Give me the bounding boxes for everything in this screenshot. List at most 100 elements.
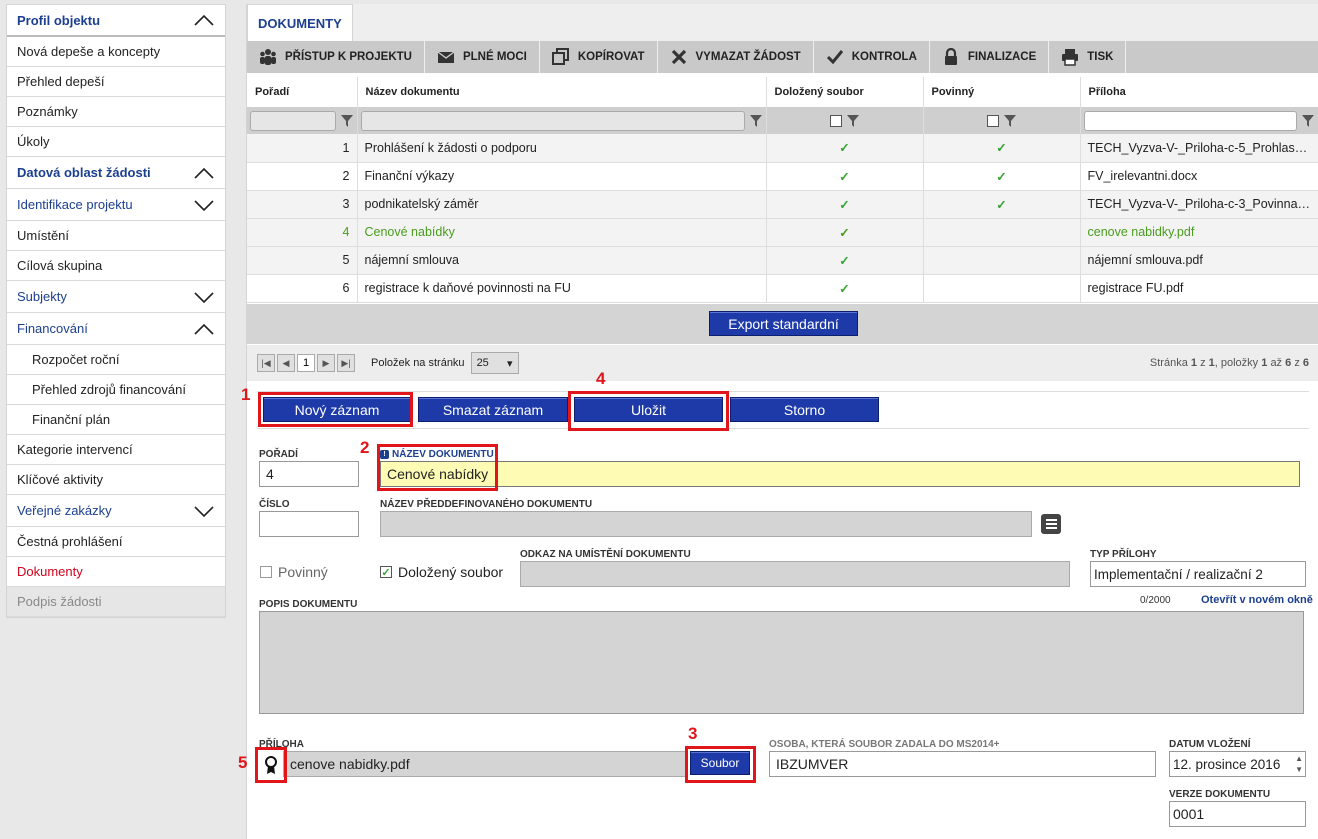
filter-priloha-input[interactable] <box>1083 110 1297 131</box>
sidebar-item[interactable]: Kategorie intervencí <box>7 435 225 465</box>
typ-input[interactable]: Implementační / realizační 2 <box>1090 561 1306 587</box>
col-header-nazev[interactable]: Název dokumentu <box>357 77 767 107</box>
sidebar-item[interactable]: Veřejné zakázky <box>7 495 225 527</box>
nazev-input[interactable]: Cenové nabídky <box>380 461 1300 487</box>
current-page[interactable]: 1 <box>297 354 315 372</box>
sidebar-item[interactable]: Přehled depeší <box>7 67 225 97</box>
toolbar-button[interactable]: VYMAZAT ŽÁDOST <box>658 41 814 73</box>
col-header-dolozeny[interactable]: Doložený soubor <box>766 77 924 107</box>
tab-dokumenty[interactable]: DOKUMENTY <box>247 4 353 42</box>
col-header-poradi[interactable]: Pořadí <box>247 77 358 107</box>
sidebar-item[interactable]: Finanční plán <box>7 405 225 435</box>
sidebar-item[interactable]: Identifikace projektu <box>7 189 225 221</box>
annotation-box-2 <box>377 444 498 491</box>
next-page-icon[interactable]: ▶ <box>317 354 335 372</box>
chevron-up-icon[interactable] <box>193 166 215 180</box>
filter-icon[interactable] <box>846 114 860 128</box>
toolbar-button[interactable]: FINALIZACE <box>930 41 1050 73</box>
delete-record-button[interactable]: Smazat záznam <box>418 397 568 422</box>
filter-poradi-input[interactable] <box>250 110 336 131</box>
table-row[interactable]: 4 Cenové nabídky ✓ cenove nabidky.pdf <box>247 218 1318 247</box>
list-icon[interactable] <box>1041 514 1061 534</box>
open-new-window-link[interactable]: Otevřít v novém okně <box>1201 594 1313 606</box>
sidebar-item[interactable]: Dokumenty <box>7 557 225 587</box>
first-page-icon[interactable]: |◀ <box>257 354 275 372</box>
filter-icon[interactable] <box>1301 114 1315 128</box>
chevron-down-icon[interactable] <box>193 504 215 518</box>
per-page-select[interactable]: 25 ▾ <box>470 352 519 374</box>
toolbar-button-label: FINALIZACE <box>967 51 1037 63</box>
povinny-checkbox[interactable] <box>260 566 272 578</box>
sidebar-item[interactable]: Profil objektu <box>7 5 225 37</box>
sidebar: Profil objektu Nová depeše a koncepty Přeh… <box>6 4 226 618</box>
sidebar-item[interactable]: Datová oblast žádosti <box>7 157 225 189</box>
sidebar-item[interactable]: Cílová skupina <box>7 251 225 281</box>
sidebar-item[interactable]: Subjekty <box>7 281 225 313</box>
dolozeny-checkbox-wrap[interactable]: ✓ Doložený soubor <box>380 564 503 580</box>
table-row[interactable]: 6 registrace k daňové povinnosti na FU ✓ re… <box>247 274 1318 303</box>
sidebar-item[interactable]: Poznámky <box>7 97 225 127</box>
toolbar-button-label: KONTROLA <box>851 51 917 63</box>
grid-footer: Export standardní <box>247 304 1318 344</box>
filter-icon[interactable] <box>749 114 763 128</box>
sidebar-item-label: Veřejné zakázky <box>17 503 112 518</box>
chevron-down-icon[interactable] <box>193 290 215 304</box>
spinner-icon[interactable]: ▲ ▼ <box>1295 753 1303 775</box>
sidebar-item-label: Identifikace projektu <box>17 197 133 212</box>
toolbar-button-label: TISK <box>1087 51 1114 63</box>
sidebar-item-label: Financování <box>17 321 88 336</box>
sidebar-item[interactable]: Přehled zdrojů financování <box>7 375 225 405</box>
cell-poradi: 5 <box>247 246 358 275</box>
col-header-priloha[interactable]: Příloha <box>1080 77 1318 107</box>
datum-input[interactable]: 12. prosince 2016 ▲ ▼ <box>1169 751 1306 777</box>
dolozeny-checkbox[interactable]: ✓ <box>380 566 392 579</box>
chevron-down-icon[interactable] <box>193 198 215 212</box>
osoba-label: OSOBA, KTERÁ SOUBOR ZADALA DO MS2014+ <box>769 739 1000 750</box>
povinny-checkbox-wrap[interactable]: Povinný <box>260 564 328 580</box>
sidebar-item[interactable]: Podpis žádosti <box>7 587 225 617</box>
filter-povinny-checkbox[interactable] <box>986 114 999 127</box>
printer-icon <box>1062 49 1079 66</box>
chevron-up-icon[interactable] <box>193 13 215 27</box>
cislo-input[interactable] <box>259 511 359 537</box>
filter-nazev-input[interactable] <box>360 110 745 131</box>
toolbar-button[interactable]: TISK <box>1049 41 1127 73</box>
sidebar-item[interactable]: Financování <box>7 313 225 345</box>
cell-nazev: registrace k daňové povinnosti na FU <box>357 274 767 303</box>
toolbar-button[interactable]: PŘÍSTUP K PROJEKTU <box>247 41 425 73</box>
prev-page-icon[interactable]: ◀ <box>277 354 295 372</box>
last-page-icon[interactable]: ▶| <box>337 354 355 372</box>
sidebar-item[interactable]: Umístění <box>7 221 225 251</box>
toolbar-button[interactable]: KOPÍROVAT <box>540 41 658 73</box>
annotation-box-4 <box>568 391 729 431</box>
sidebar-item[interactable]: Klíčové aktivity <box>7 465 225 495</box>
table-row[interactable]: 2 Finanční výkazy ✓ ✓ FV_irelevantni.docx <box>247 162 1318 191</box>
export-button[interactable]: Export standardní <box>709 311 858 336</box>
table-row[interactable]: 3 podnikatelský záměr ✓ ✓ TECH_Vyzva-V-_Pril… <box>247 190 1318 219</box>
toolbar-button[interactable]: PLNÉ MOCI <box>425 41 540 73</box>
osoba-input: IBZUMVER <box>769 751 1156 777</box>
sidebar-item[interactable]: Nová depeše a koncepty <box>7 37 225 67</box>
table-row[interactable]: 5 nájemní smlouva ✓ nájemní smlouva.pdf <box>247 246 1318 275</box>
chevron-up-icon[interactable] <box>193 322 215 336</box>
popis-textarea[interactable] <box>259 611 1304 714</box>
col-header-povinny[interactable]: Povinný <box>923 77 1081 107</box>
per-page-value: 25 <box>476 357 489 369</box>
filter-icon[interactable] <box>1003 114 1017 128</box>
poradi-input[interactable]: 4 <box>259 461 359 487</box>
sidebar-item[interactable]: Čestná prohlášení <box>7 527 225 557</box>
toolbar-button[interactable]: KONTROLA <box>814 41 930 73</box>
priloha-input: cenove nabidky.pdf <box>283 751 688 777</box>
sidebar-item[interactable]: Úkoly <box>7 127 225 157</box>
table-row[interactable]: 1 Prohlášení k žádosti o podporu ✓ ✓ TECH_Vy… <box>247 134 1318 163</box>
cell-povinny: ✓ <box>923 162 1081 191</box>
documents-grid: Pořadí Název dokumentu Doložený soubor P… <box>247 77 1318 303</box>
filter-dolozeny-checkbox[interactable] <box>829 114 842 127</box>
odkaz-input <box>520 561 1070 587</box>
sidebar-item[interactable]: Rozpočet roční <box>7 345 225 375</box>
toolbar-button-label: PŘÍSTUP K PROJEKTU <box>285 51 412 63</box>
cell-poradi: 3 <box>247 190 358 219</box>
cancel-button[interactable]: Storno <box>730 397 879 422</box>
annotation-number-4: 4 <box>596 369 606 388</box>
filter-icon[interactable] <box>340 114 354 128</box>
